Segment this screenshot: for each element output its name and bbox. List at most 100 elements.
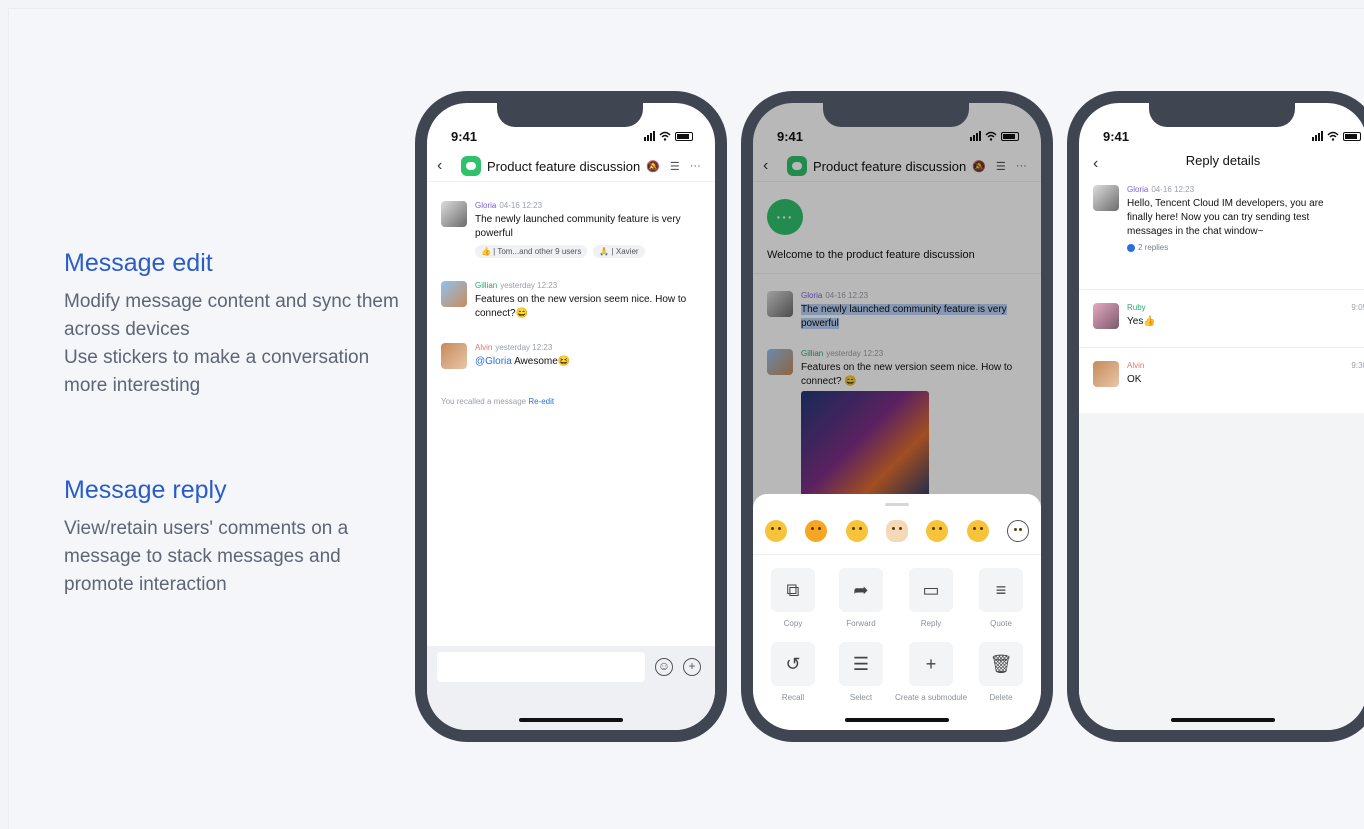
avatar[interactable] bbox=[1093, 361, 1119, 387]
phone-message-menu: 9:41 ‹ Product feature discussion 🔕 ☰ ··… bbox=[741, 91, 1053, 742]
trash-icon: 🗑 bbox=[979, 642, 1023, 686]
grin-emoji-icon[interactable] bbox=[765, 520, 787, 542]
recall-icon: ↺ bbox=[770, 642, 815, 686]
message-item[interactable]: Alvin yesterday 12:23 @Gloria Awesome😆 bbox=[441, 343, 701, 369]
emoji-sticker: 😄 bbox=[515, 308, 529, 319]
avatar[interactable] bbox=[441, 281, 467, 307]
clap-emoji-icon[interactable] bbox=[885, 520, 908, 542]
status-bar: 9:41 bbox=[449, 129, 693, 145]
mute-icon[interactable]: 🔕 bbox=[646, 160, 660, 173]
avatar[interactable] bbox=[441, 343, 467, 369]
battery-icon bbox=[1343, 131, 1361, 141]
quote-action[interactable]: ≡ Quote bbox=[967, 568, 1035, 628]
sender-name: Alvin bbox=[475, 343, 493, 352]
message-item[interactable]: Gloria 04-16 12:23 The newly launched com… bbox=[441, 201, 701, 258]
reaction-chip[interactable]: 🙏 | Xavier bbox=[593, 245, 645, 258]
input-bar: ☺ + bbox=[427, 646, 715, 730]
recall-notice: You recalled a message Re-edit bbox=[441, 397, 555, 406]
reply-dot-icon bbox=[1127, 243, 1135, 252]
reaction-bar bbox=[765, 520, 1029, 542]
message-reply-title: Message reply bbox=[64, 476, 227, 504]
copy-action[interactable]: ⧉ Copy bbox=[759, 568, 827, 628]
message-action-sheet: ⧉ Copy ➦ Forward ▭ Reply ≡ Quote ↺ Recall ☰ Se… bbox=[753, 494, 1041, 730]
chat-header: ‹ Product feature discussion 🔕 ☰ ··· bbox=[427, 153, 715, 179]
phone-chat: 9:41 ‹ Product feature discussion 🔕 ☰ ··… bbox=[415, 91, 727, 742]
message-input[interactable] bbox=[437, 652, 645, 682]
reaction-chip[interactable]: 👍 | Tom...and other 9 users bbox=[475, 245, 588, 258]
surprised-emoji-icon[interactable] bbox=[926, 520, 949, 542]
wifi-icon bbox=[1327, 131, 1339, 141]
home-indicator bbox=[1171, 718, 1275, 722]
home-indicator bbox=[845, 718, 949, 722]
root-message[interactable]: Gloria 04-16 12:23 Hello, Tencent Cloud I… bbox=[1093, 185, 1353, 252]
signal-icon bbox=[644, 131, 655, 141]
list-icon[interactable]: ☰ bbox=[670, 160, 680, 173]
reply-item[interactable]: Alvin OK 9:30 bbox=[1093, 361, 1364, 387]
message-time: 04-16 12:23 bbox=[499, 201, 543, 210]
sender-name: Gloria bbox=[475, 201, 497, 210]
battery-icon bbox=[675, 131, 693, 141]
reply-time: 9:05 bbox=[1351, 303, 1364, 312]
status-bar: 9:41 bbox=[1101, 129, 1361, 145]
message-edit-title: Message edit bbox=[64, 249, 213, 277]
message-text: OK bbox=[1127, 374, 1142, 385]
add-icon[interactable]: + bbox=[683, 658, 701, 676]
status-time: 9:41 bbox=[1103, 129, 1130, 144]
mention-link[interactable]: @Gloria bbox=[475, 356, 512, 367]
message-text: Yes bbox=[1127, 316, 1144, 327]
reply-count[interactable]: 2 replies bbox=[1127, 243, 1353, 252]
quote-icon: ≡ bbox=[979, 568, 1023, 612]
feature-descriptions: Message edit Modify message content and … bbox=[64, 249, 409, 599]
reply-details-title: Reply details bbox=[1185, 153, 1261, 168]
tongue-emoji-icon[interactable] bbox=[805, 520, 828, 542]
recall-action[interactable]: ↺ Recall bbox=[759, 642, 827, 702]
empty-area bbox=[1079, 413, 1364, 730]
thumbs-up-emoji: 👍 bbox=[1143, 316, 1156, 327]
select-icon: ☰ bbox=[838, 642, 883, 686]
copy-icon: ⧉ bbox=[770, 568, 815, 612]
message-edit-desc-2: Use stickers to make a conversation more… bbox=[64, 347, 370, 396]
emoji-icon[interactable]: ☺ bbox=[655, 658, 673, 676]
message-time: yesterday 12:23 bbox=[495, 343, 553, 352]
signal-icon bbox=[1312, 131, 1323, 141]
chat-title: Product feature discussion bbox=[487, 158, 641, 174]
reply-icon: ▭ bbox=[908, 568, 953, 612]
sender-name: Ruby bbox=[1127, 303, 1146, 312]
create-submodule-action[interactable]: + Create a submodule bbox=[895, 642, 967, 702]
delete-action[interactable]: 🗑 Delete bbox=[967, 642, 1035, 702]
more-emoji-icon[interactable] bbox=[1006, 520, 1029, 542]
message-reply-desc: View/retain users' comments on a message… bbox=[64, 518, 349, 595]
avatar[interactable] bbox=[1093, 185, 1119, 211]
sender-name: Alvin bbox=[1127, 361, 1145, 370]
forward-icon: ➦ bbox=[838, 568, 883, 612]
plus-icon: + bbox=[908, 642, 953, 686]
select-action[interactable]: ☰ Select bbox=[827, 642, 895, 702]
reply-action[interactable]: ▭ Reply bbox=[895, 568, 967, 628]
back-icon[interactable]: ‹ bbox=[437, 157, 457, 175]
home-indicator bbox=[519, 718, 623, 722]
re-edit-link[interactable]: Re-edit bbox=[528, 397, 554, 406]
avatar[interactable] bbox=[441, 201, 467, 227]
message-item[interactable]: Gillian yesterday 12:23 Features on the n… bbox=[441, 281, 701, 321]
group-icon bbox=[461, 156, 481, 176]
feature-page: Message edit Modify message content and … bbox=[8, 8, 1364, 829]
phone-reply-details: 9:41 ‹ Reply details Gloria 04-16 12:23 H… bbox=[1067, 91, 1364, 742]
status-time: 9:41 bbox=[451, 129, 478, 144]
message-time: 04-16 12:23 bbox=[1151, 185, 1195, 194]
avatar[interactable] bbox=[1093, 303, 1119, 329]
smile-emoji-icon[interactable] bbox=[966, 520, 989, 542]
sender-name: Gillian bbox=[475, 281, 498, 290]
message-text: Features on the new version seem nice. H… bbox=[475, 294, 687, 319]
message-edit-desc-1: Modify message content and sync them acr… bbox=[64, 291, 399, 340]
emoji-sticker: 😆 bbox=[557, 356, 571, 367]
forward-action[interactable]: ➦ Forward bbox=[827, 568, 895, 628]
more-icon[interactable]: ··· bbox=[690, 160, 701, 173]
message-time: yesterday 12:23 bbox=[500, 281, 558, 290]
sender-name: Gloria bbox=[1127, 185, 1149, 194]
message-text: The newly launched community feature is … bbox=[475, 214, 681, 239]
reply-item[interactable]: Ruby Yes👍 9:05 bbox=[1093, 303, 1364, 329]
sweat-smile-emoji-icon[interactable] bbox=[845, 520, 868, 542]
message-text: Awesome bbox=[514, 356, 558, 367]
reply-time: 9:30 bbox=[1351, 361, 1364, 370]
sheet-handle[interactable] bbox=[885, 503, 909, 506]
